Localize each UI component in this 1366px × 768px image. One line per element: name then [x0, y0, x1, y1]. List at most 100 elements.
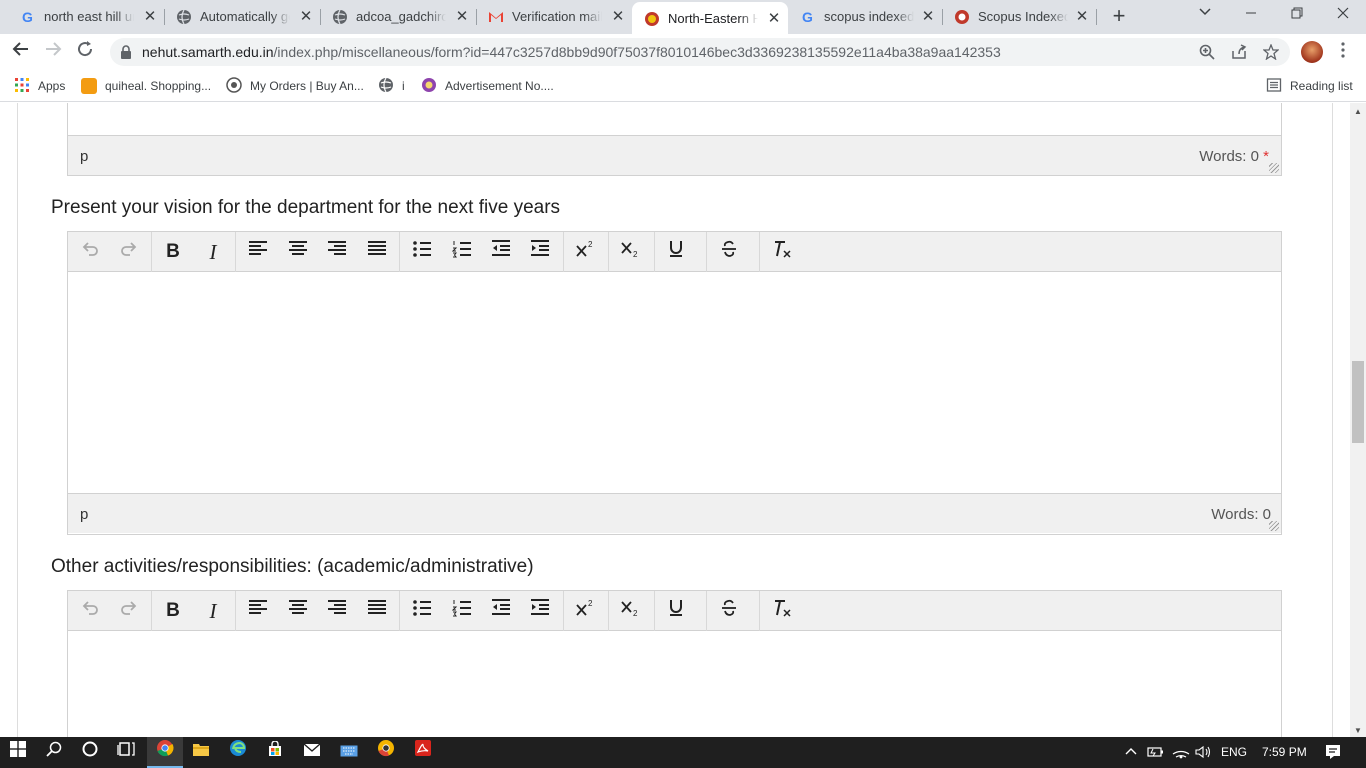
notifications-icon[interactable]	[1325, 744, 1341, 763]
undo-icon[interactable]	[76, 599, 104, 623]
close-icon[interactable]: ✕	[454, 9, 470, 25]
google-icon: G	[800, 9, 816, 25]
back-icon[interactable]	[9, 40, 33, 64]
close-icon[interactable]: ✕	[142, 9, 158, 25]
subscript-icon[interactable]: 2	[616, 599, 644, 623]
resize-handle[interactable]	[1269, 521, 1279, 531]
page-scrollbar[interactable]: ▲ ▼	[1350, 103, 1366, 737]
menu-icon[interactable]	[1334, 40, 1352, 64]
close-icon[interactable]: ✕	[920, 9, 936, 25]
minimize-button[interactable]	[1228, 0, 1274, 34]
indent-icon[interactable]	[526, 599, 554, 623]
close-icon[interactable]: ✕	[766, 11, 782, 27]
lock-icon[interactable]	[120, 45, 132, 59]
zoom-icon[interactable]	[1198, 44, 1216, 62]
italic-icon[interactable]: I	[199, 240, 227, 264]
align-left-icon[interactable]	[244, 599, 272, 623]
align-right-icon[interactable]	[323, 599, 351, 623]
redo-icon[interactable]	[115, 599, 143, 623]
vision-editor-body[interactable]	[68, 272, 1281, 493]
tab-0[interactable]: G north east hill uni ✕	[8, 0, 165, 34]
superscript-icon[interactable]: 2	[571, 240, 599, 264]
bookmark-star-icon[interactable]	[1262, 43, 1280, 62]
tab-1[interactable]: Automatically ge ✕	[164, 0, 321, 34]
store-icon[interactable]	[257, 737, 293, 768]
tab-search-icon[interactable]	[1182, 0, 1228, 34]
outdent-icon[interactable]	[487, 599, 515, 623]
profile-avatar[interactable]	[1301, 41, 1323, 63]
close-window-button[interactable]	[1320, 0, 1366, 34]
volume-icon[interactable]	[1195, 745, 1213, 762]
keyboard-icon[interactable]	[331, 737, 367, 768]
subscript-icon[interactable]: 2	[616, 240, 644, 264]
close-icon[interactable]: ✕	[298, 9, 314, 25]
redo-icon[interactable]	[115, 240, 143, 264]
strikethrough-icon[interactable]	[715, 240, 743, 264]
close-icon[interactable]: ✕	[610, 9, 626, 25]
bookmark-orders[interactable]: My Orders | Buy An...	[226, 76, 364, 96]
undo-icon[interactable]	[76, 240, 104, 264]
editor-body[interactable]	[68, 103, 1281, 135]
tab-2[interactable]: adcoa_gadchiroli ✕	[320, 0, 477, 34]
chrome-canary-icon[interactable]	[368, 737, 404, 768]
file-explorer-icon[interactable]	[183, 737, 219, 768]
tab-4-active[interactable]: North-Eastern Hi ✕	[632, 2, 788, 34]
windows-start-icon[interactable]	[0, 737, 36, 768]
align-right-icon[interactable]	[323, 240, 351, 264]
bookmark-apps[interactable]: Apps	[14, 76, 65, 96]
edge-icon[interactable]	[220, 737, 256, 768]
other-activities-editor-body[interactable]	[68, 631, 1281, 737]
search-icon[interactable]	[36, 737, 72, 768]
language-indicator[interactable]: ENG	[1221, 745, 1247, 759]
battery-icon[interactable]	[1146, 745, 1164, 762]
align-left-icon[interactable]	[244, 240, 272, 264]
align-justify-icon[interactable]	[363, 240, 391, 264]
align-justify-icon[interactable]	[363, 599, 391, 623]
tab-5[interactable]: G scopus indexed j ✕	[788, 0, 943, 34]
align-center-icon[interactable]	[284, 240, 312, 264]
clock-time[interactable]: 7:59 PM	[1262, 745, 1307, 759]
reading-list-button[interactable]: Reading list	[1266, 76, 1353, 96]
acrobat-icon[interactable]	[405, 737, 441, 768]
task-view-icon[interactable]	[108, 737, 144, 768]
show-hidden-icons[interactable]	[1124, 745, 1138, 762]
scroll-down-icon[interactable]: ▼	[1354, 726, 1362, 735]
bold-icon[interactable]: B	[159, 599, 187, 623]
underline-icon[interactable]	[662, 240, 690, 264]
close-icon[interactable]: ✕	[1074, 9, 1090, 25]
address-bar[interactable]: nehut.samarth.edu.in/index.php/miscellan…	[110, 38, 1290, 66]
element-path[interactable]: p	[80, 506, 88, 523]
scroll-up-icon[interactable]: ▲	[1354, 107, 1362, 116]
cortana-icon[interactable]	[72, 737, 108, 768]
strikethrough-icon[interactable]	[715, 599, 743, 623]
bold-icon[interactable]: B	[159, 240, 187, 264]
forward-icon[interactable]	[41, 40, 65, 64]
outdent-icon[interactable]	[487, 240, 515, 264]
chrome-taskbar-icon[interactable]	[147, 737, 183, 768]
bookmark-advertisement[interactable]: Advertisement No....	[421, 76, 554, 96]
reload-icon[interactable]	[73, 40, 97, 64]
wifi-icon[interactable]	[1172, 745, 1190, 762]
bookmark-i[interactable]: i	[378, 76, 405, 96]
element-path[interactable]: p	[80, 148, 88, 165]
scrollbar-thumb[interactable]	[1352, 361, 1364, 443]
clear-formatting-icon[interactable]	[768, 240, 796, 264]
clear-formatting-icon[interactable]	[768, 599, 796, 623]
bullet-list-icon[interactable]	[408, 599, 436, 623]
bullet-list-icon[interactable]	[408, 240, 436, 264]
numbered-list-icon[interactable]	[448, 599, 476, 623]
underline-icon[interactable]	[662, 599, 690, 623]
numbered-list-icon[interactable]	[448, 240, 476, 264]
new-tab-button[interactable]: +	[1108, 5, 1130, 28]
tab-6[interactable]: Scopus Indexed ✕	[942, 0, 1097, 34]
resize-handle[interactable]	[1269, 163, 1279, 173]
bookmark-quiheal[interactable]: quiheal. Shopping...	[81, 76, 211, 96]
tab-3[interactable]: Verification mail ✕	[476, 0, 632, 34]
mail-icon[interactable]	[294, 737, 330, 768]
restore-button[interactable]	[1274, 0, 1320, 34]
superscript-icon[interactable]: 2	[571, 599, 599, 623]
italic-icon[interactable]: I	[199, 599, 227, 623]
indent-icon[interactable]	[526, 240, 554, 264]
share-icon[interactable]	[1230, 44, 1248, 62]
align-center-icon[interactable]	[284, 599, 312, 623]
